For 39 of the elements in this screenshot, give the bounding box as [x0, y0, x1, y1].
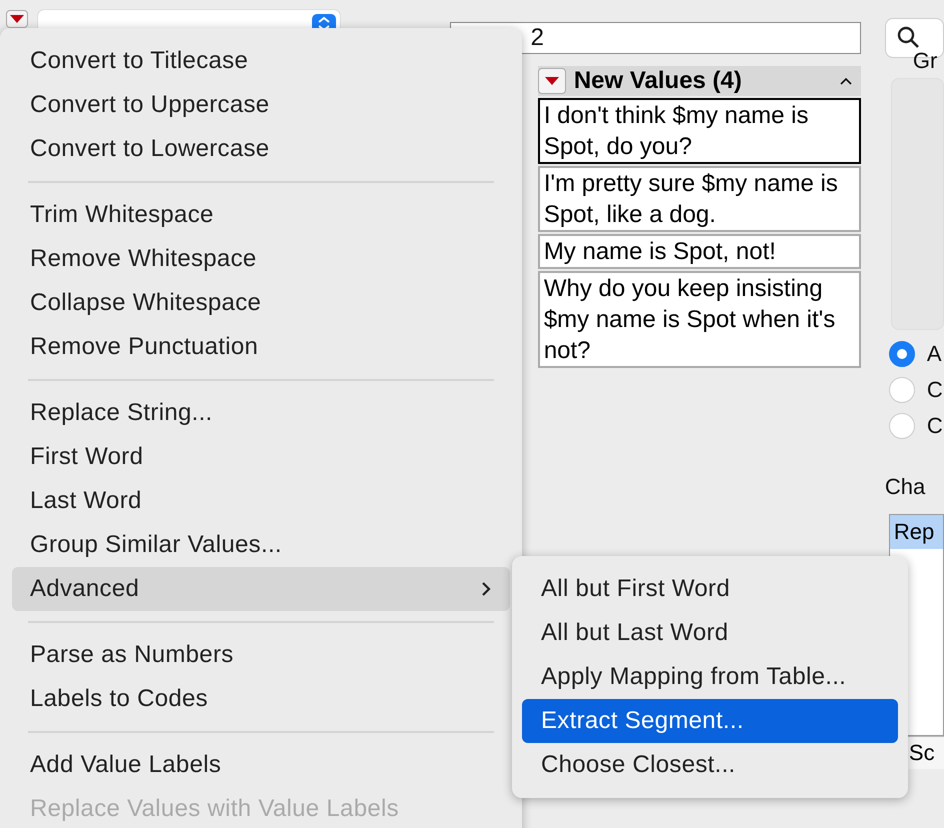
- collapse-icon[interactable]: [838, 76, 853, 86]
- list-item[interactable]: Rep: [890, 515, 943, 549]
- dropdown-button[interactable]: [538, 68, 566, 94]
- menu-item[interactable]: Remove Whitespace: [12, 237, 510, 281]
- panel-title: New Values (4): [574, 67, 743, 95]
- menu-item[interactable]: Add Value Labels: [12, 743, 510, 787]
- list-label: Cha: [884, 474, 926, 500]
- menu-item[interactable]: First Word: [12, 435, 510, 479]
- radio-button[interactable]: [888, 341, 915, 367]
- dropdown-button[interactable]: [6, 10, 28, 28]
- menu-item[interactable]: Advanced: [12, 567, 510, 611]
- radio-label: A: [926, 341, 942, 367]
- menu-item[interactable]: Replace String...: [12, 391, 510, 435]
- radio-label: C: [926, 377, 943, 403]
- menu-item[interactable]: Convert to Lowercase: [12, 127, 510, 171]
- radio-label: C: [926, 413, 943, 439]
- menu-item[interactable]: All but First Word: [522, 567, 898, 611]
- menu-item[interactable]: Trim Whitespace: [12, 193, 510, 237]
- value-cell[interactable]: My name is Spot, not!: [538, 234, 861, 269]
- radio-button[interactable]: [888, 377, 915, 403]
- menu-item[interactable]: Choose Closest...: [522, 743, 898, 787]
- radio-button[interactable]: [888, 413, 915, 439]
- menu-item[interactable]: Last Word: [12, 479, 510, 523]
- menu-item[interactable]: Collapse Whitespace: [12, 281, 510, 325]
- menu-item[interactable]: Labels to Codes: [12, 677, 510, 721]
- triangle-icon: [544, 76, 560, 86]
- value-cell[interactable]: I don't think $my name is Spot, do you?: [538, 98, 861, 164]
- chevron-icon: [480, 580, 492, 598]
- menu-item[interactable]: Group Similar Values...: [12, 523, 510, 567]
- value-cell[interactable]: Why do you keep insisting $my name is Spot when it's not?: [538, 271, 861, 368]
- menu-item[interactable]: All but Last Word: [522, 611, 898, 655]
- menu-item[interactable]: Remove Punctuation: [12, 325, 510, 369]
- menu-item[interactable]: Extract Segment...: [522, 699, 898, 743]
- value-cell[interactable]: I'm pretty sure $my name is Spot, like a dog.: [538, 166, 861, 232]
- group-label: Gr: [912, 48, 938, 74]
- menu-item[interactable]: Convert to Uppercase: [12, 83, 510, 127]
- menu-item[interactable]: Apply Mapping from Table...: [522, 655, 898, 699]
- triangle-icon: [8, 14, 25, 24]
- menu-item[interactable]: Parse as Numbers: [12, 633, 510, 677]
